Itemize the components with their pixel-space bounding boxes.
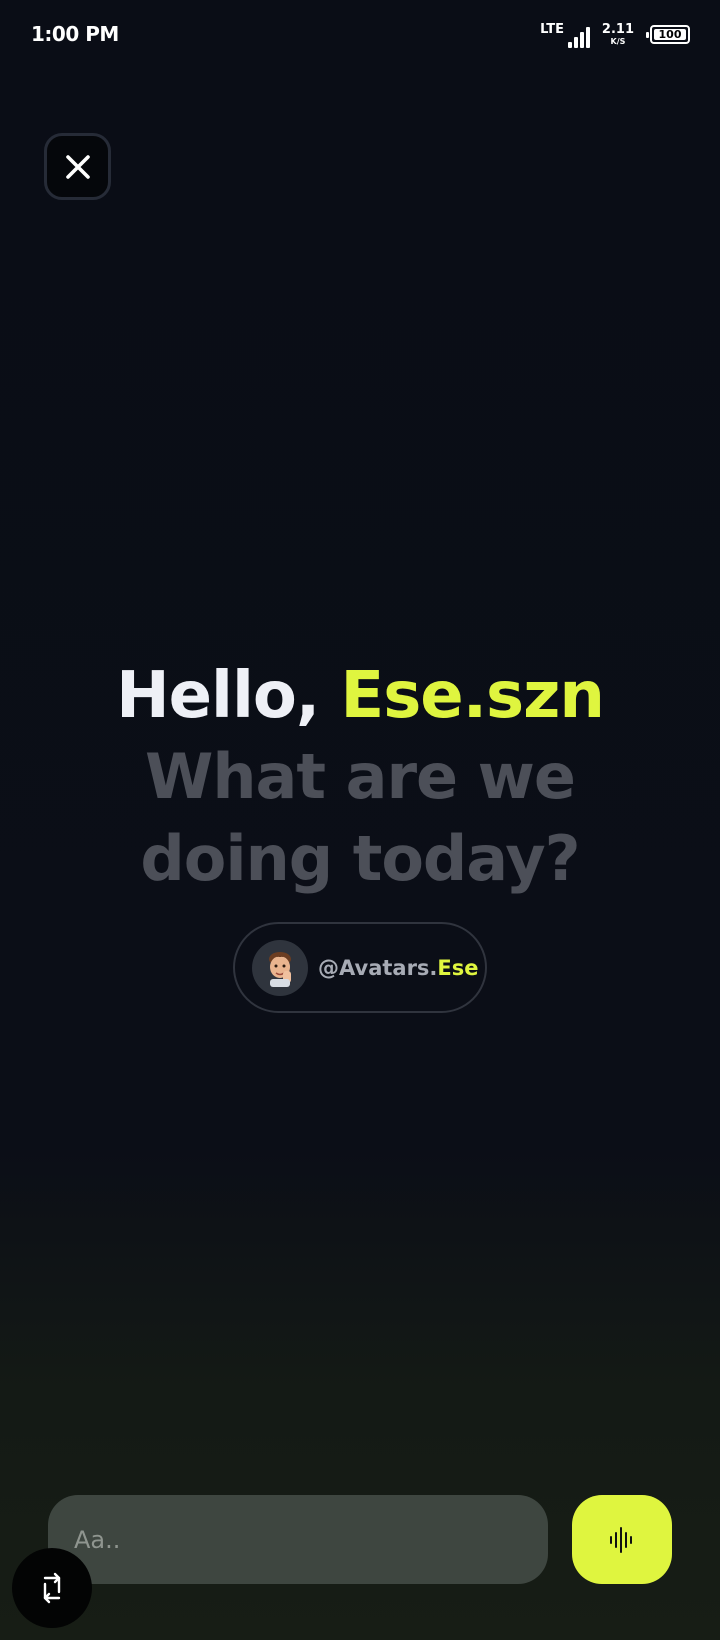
network-type: LTE [540, 22, 564, 37]
status-time: 1:00 PM [31, 22, 119, 46]
greeting-subtitle: What are we doing today? [140, 740, 580, 895]
close-button[interactable] [44, 133, 111, 200]
network-speed: 2.11 K/S [602, 23, 634, 46]
handle-prefix: @Avatars. [318, 955, 438, 980]
speed-value: 2.11 [601, 22, 634, 37]
battery-fill: 100 [654, 28, 686, 41]
status-icons: LTE 2.11 K/S 100 [530, 22, 690, 50]
battery-icon: 100 [646, 25, 690, 44]
avatar [252, 939, 308, 996]
signal-icon [568, 26, 592, 48]
memoji-avatar-icon [269, 951, 291, 987]
handle-suffix: Ese [437, 955, 479, 980]
message-input[interactable] [72, 1524, 524, 1555]
status-bar: 1:00 PM LTE 2.11 K/S 100 [0, 0, 720, 72]
switch-icon [43, 1572, 61, 1604]
message-input-container[interactable] [48, 1495, 548, 1584]
voice-waveform-icon [610, 1526, 632, 1553]
close-icon [65, 154, 90, 179]
user-name: Ese.szn [340, 659, 604, 733]
greeting-hello: Hello, [116, 659, 341, 733]
voice-button[interactable] [572, 1495, 672, 1584]
battery-level: 100 [658, 28, 682, 41]
handle-text: @Avatars.Ese [318, 956, 479, 980]
switch-button[interactable] [12, 1548, 92, 1628]
greeting-title: Hello, Ese.szn [0, 656, 720, 736]
speed-unit: K/S [610, 37, 626, 46]
avatar-handle-chip[interactable]: @Avatars.Ese [233, 922, 487, 1013]
